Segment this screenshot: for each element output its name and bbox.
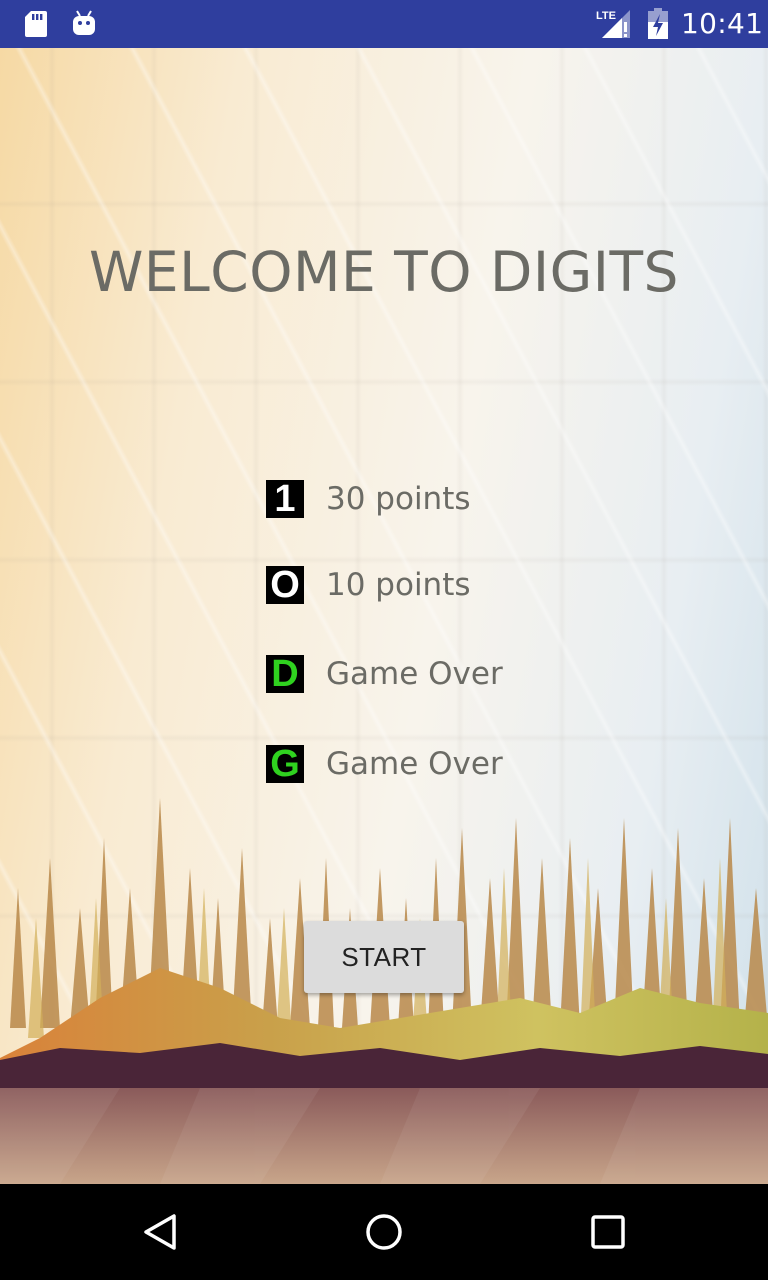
lte-signal-icon: LTE — [596, 10, 630, 38]
status-clock: 10:41 — [681, 7, 764, 40]
welcome-title: WELCOME TO DIGITS — [89, 240, 679, 304]
back-icon[interactable] — [140, 1212, 180, 1252]
recent-apps-icon[interactable] — [588, 1212, 628, 1252]
digit-zero-tile: O — [266, 566, 304, 604]
status-bar: LTE 10:41 — [0, 0, 768, 48]
background-scene — [0, 48, 768, 1184]
letter-d-tile: D — [266, 655, 304, 693]
navigation-bar — [0, 1184, 768, 1280]
battery-charging-icon — [648, 8, 668, 39]
legend-label: Game Over — [326, 746, 503, 782]
lte-label: LTE — [596, 10, 616, 22]
legend-label: Game Over — [326, 656, 503, 692]
legend-label: 30 points — [326, 481, 471, 517]
sd-card-icon — [25, 11, 47, 37]
letter-g-tile: G — [266, 745, 304, 783]
home-icon[interactable] — [364, 1212, 404, 1252]
android-bot-icon — [73, 10, 95, 35]
legend-label: 10 points — [326, 567, 471, 603]
start-button[interactable]: START — [304, 921, 464, 993]
digit-one-tile: 1 — [266, 480, 304, 518]
